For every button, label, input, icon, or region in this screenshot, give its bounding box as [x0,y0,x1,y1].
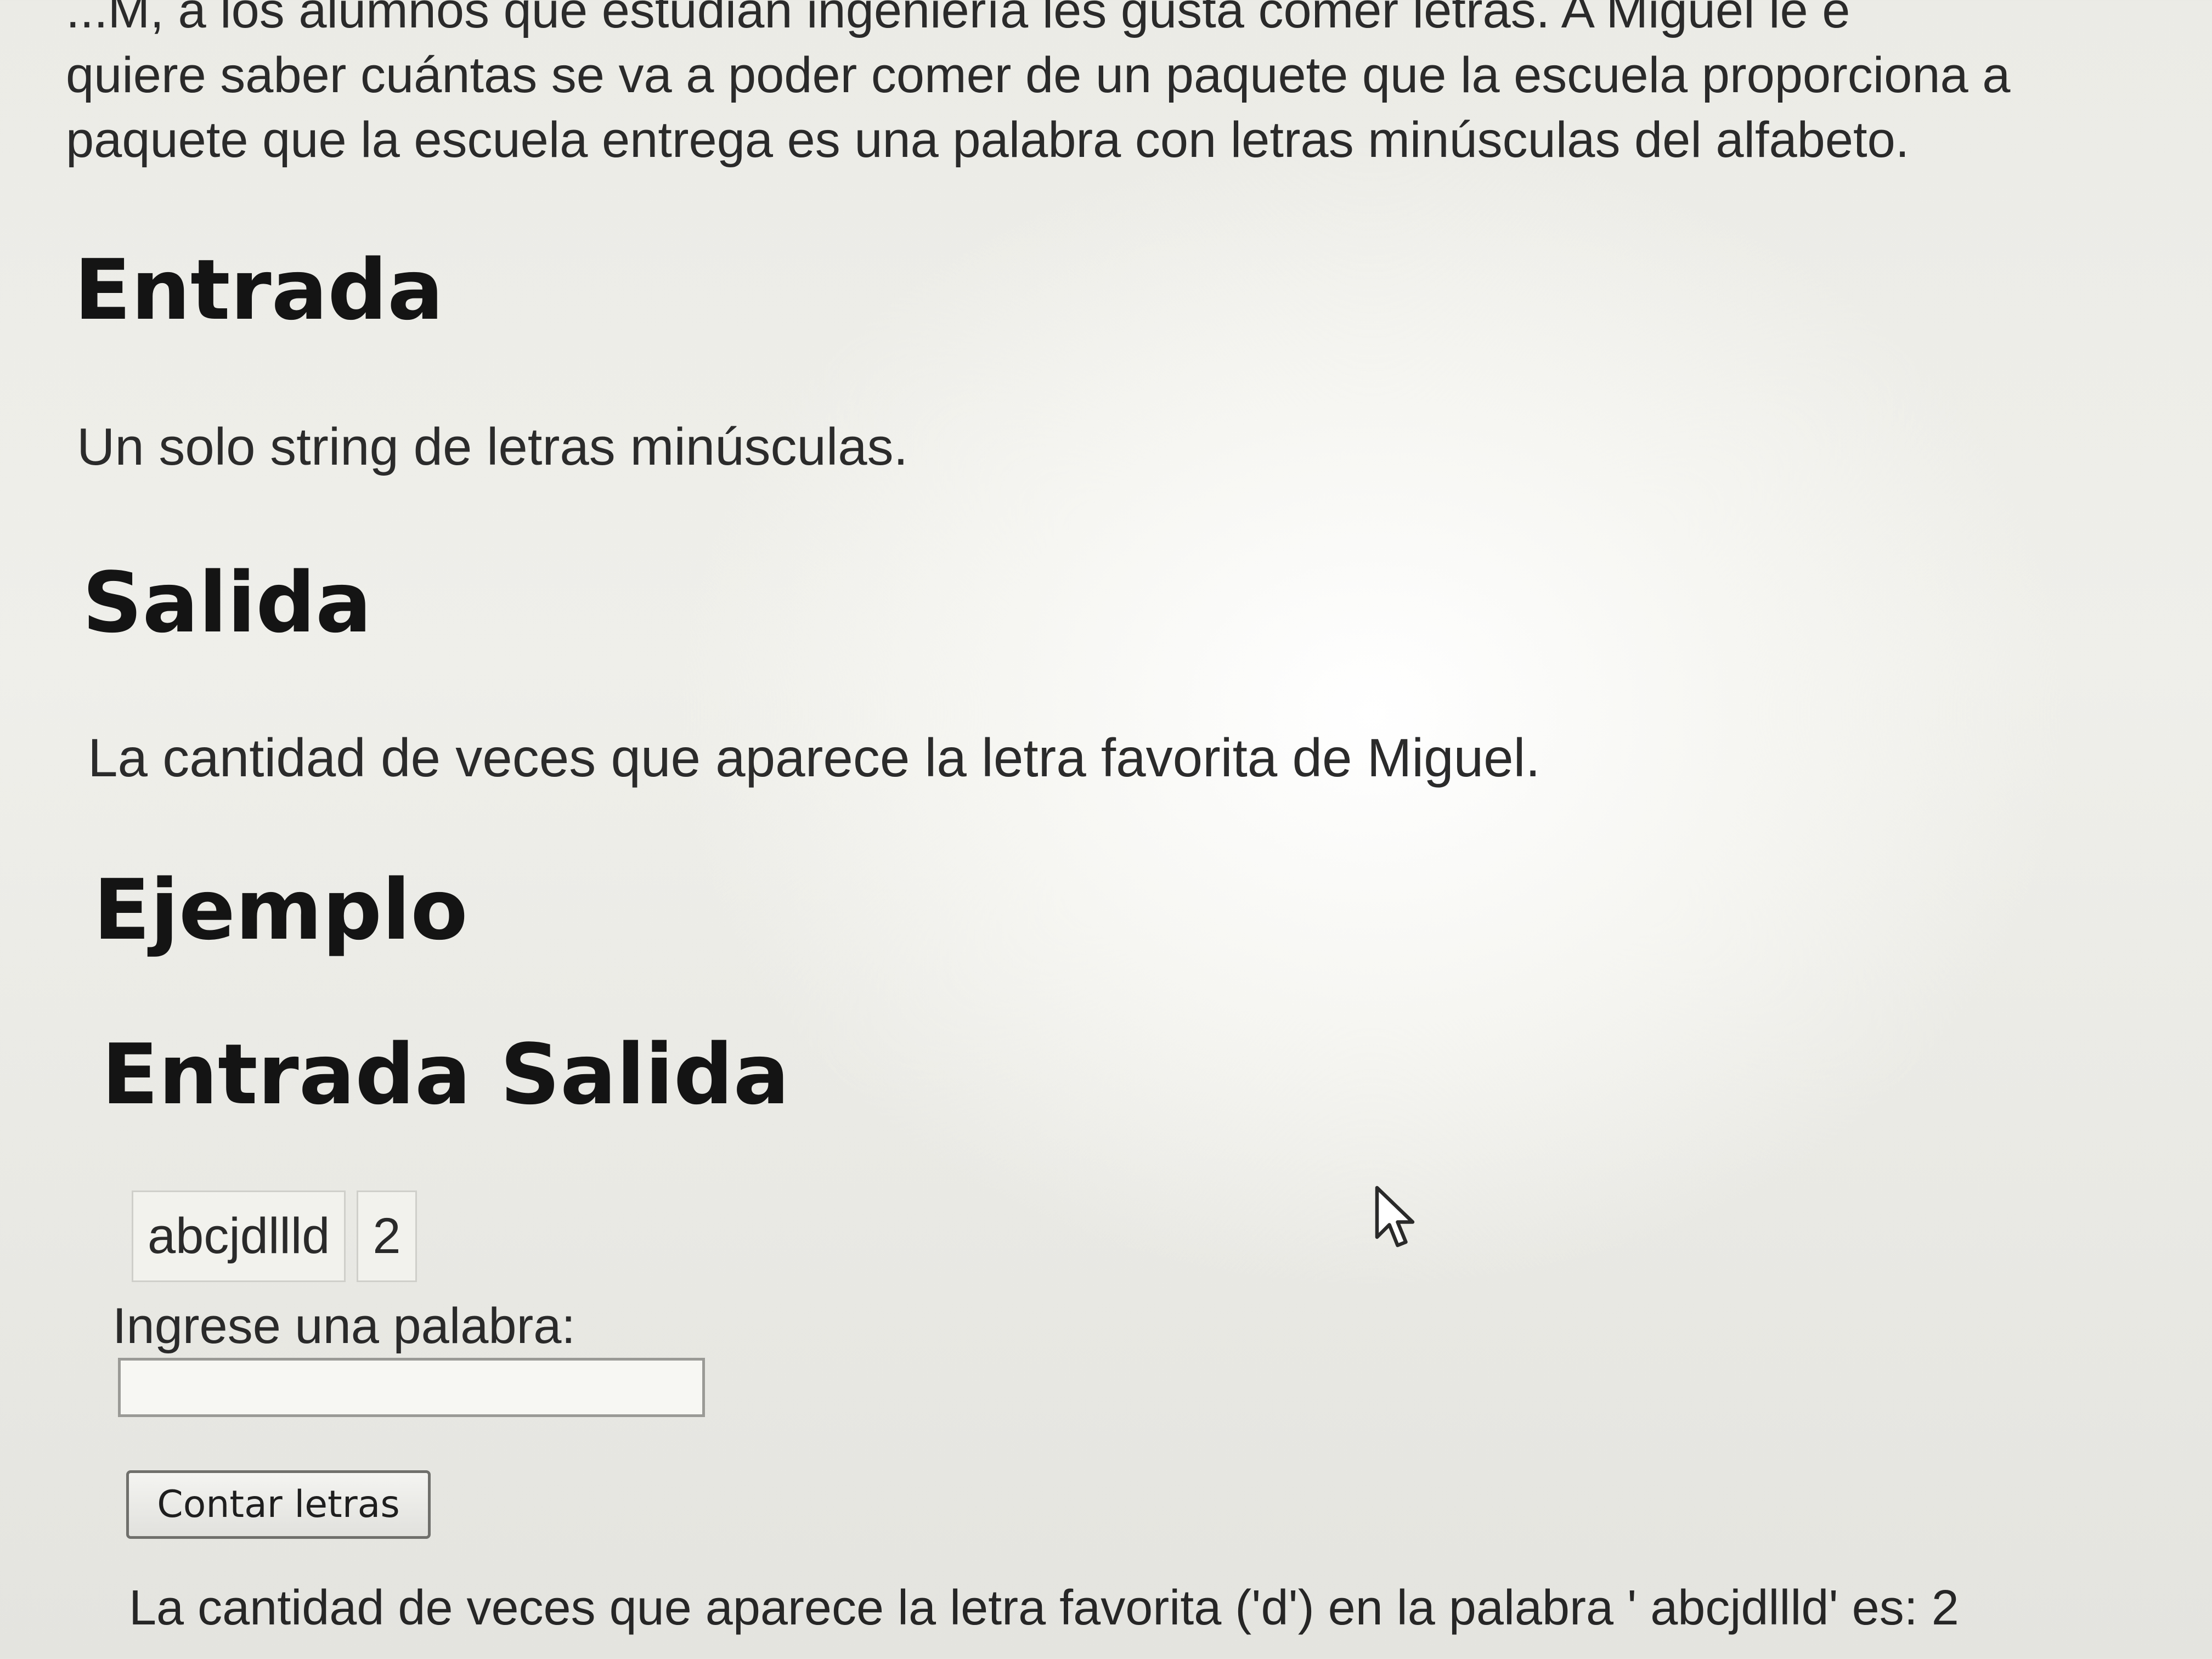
salida-heading: Salida [82,554,372,651]
problem-page: ...M, a los alumnos que estudian ingenie… [0,0,2212,1659]
mouse-pointer-icon [1375,1186,1415,1248]
entrada-description: Un solo string de letras minúsculas. [77,417,909,476]
count-letters-button[interactable]: Contar letras [126,1470,431,1539]
word-input-label: Ingrese una palabra: [112,1298,575,1354]
intro-line-2: quiere saber cuántas se va a poder comer… [66,47,2011,103]
ejemplo-heading: Ejemplo [93,861,468,958]
example-output-cell: 2 [357,1190,417,1282]
table-row: abcjdllld 2 [132,1190,417,1282]
example-table: abcjdllld 2 [121,1190,428,1282]
example-input-cell: abcjdllld [132,1190,346,1282]
word-input[interactable] [118,1358,705,1417]
intro-paragraph: ...M, a los alumnos que estudian ingenie… [66,0,2212,172]
intro-line-1: ...M, a los alumnos que estudian ingenie… [66,0,1850,38]
result-text: La cantidad de veces que aparece la letr… [129,1581,1959,1635]
salida-description: La cantidad de veces que aparece la letr… [88,727,1541,788]
entrada-salida-heading: Entrada Salida [101,1026,790,1123]
entrada-heading: Entrada [74,241,444,338]
intro-line-3: paquete que la escuela entrega es una pa… [66,112,1910,168]
